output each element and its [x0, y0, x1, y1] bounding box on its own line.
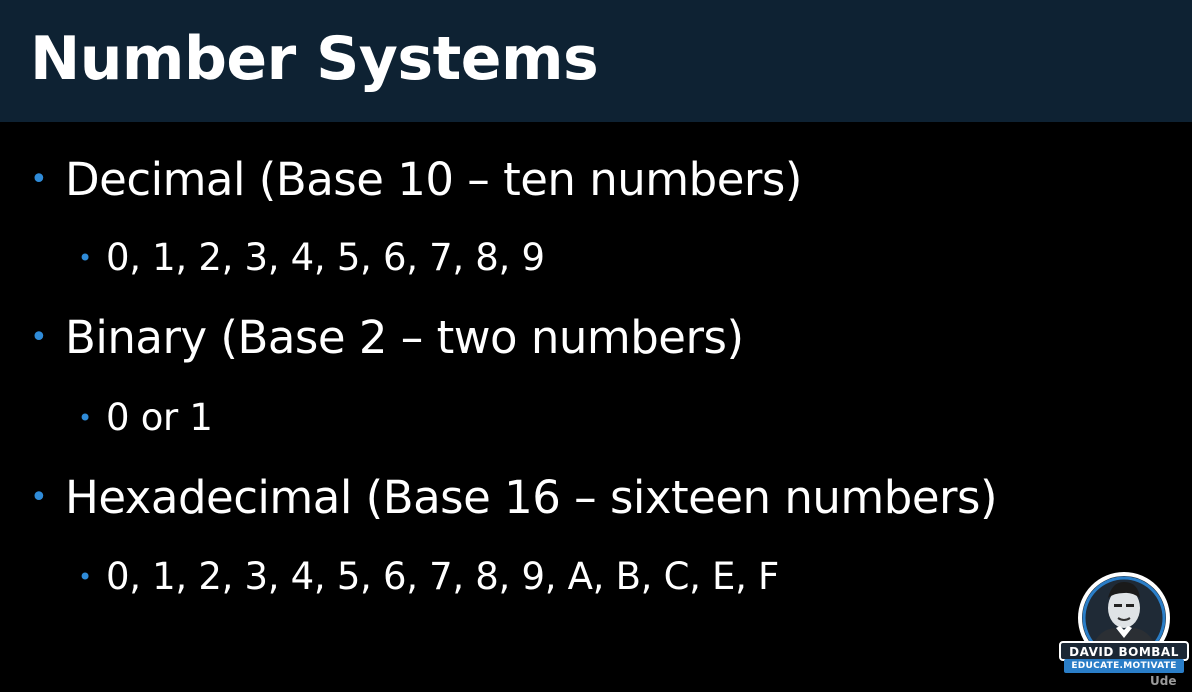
bullet-decimal-label: Decimal (Base 10 – ten numbers)	[65, 153, 802, 206]
bullet-dot-icon: •	[30, 480, 48, 515]
bullet-dot-icon: •	[78, 244, 92, 272]
sub-bullet-hexadecimal: • 0, 1, 2, 3, 4, 5, 6, 7, 8, 9, A, B, C, …	[78, 552, 779, 602]
bullet-hexadecimal: • Hexadecimal (Base 16 – sixteen numbers)	[30, 468, 998, 528]
sub-bullet-binary-text: 0 or 1	[106, 396, 213, 439]
david-bombal-logo: DAVID BOMBAL EDUCATE.MOTIVATE	[1058, 568, 1190, 686]
logo-tagline-text: EDUCATE.MOTIVATE	[1071, 661, 1177, 671]
sub-bullet-decimal: • 0, 1, 2, 3, 4, 5, 6, 7, 8, 9	[78, 233, 545, 283]
bullet-decimal: • Decimal (Base 10 – ten numbers)	[30, 150, 802, 210]
sub-bullet-binary: • 0 or 1	[78, 393, 213, 443]
bullet-dot-icon: •	[78, 404, 92, 432]
bullet-dot-icon: •	[30, 162, 48, 197]
logo-name-text: DAVID BOMBAL	[1069, 645, 1179, 659]
bullet-dot-icon: •	[78, 563, 92, 591]
sub-bullet-decimal-text: 0, 1, 2, 3, 4, 5, 6, 7, 8, 9	[106, 236, 545, 279]
udemy-watermark: Ude	[1150, 674, 1177, 688]
bullet-binary-label: Binary (Base 2 – two numbers)	[65, 311, 744, 364]
title-bar: Number Systems	[0, 0, 1192, 122]
bullet-binary: • Binary (Base 2 – two numbers)	[30, 308, 744, 368]
sub-bullet-hexadecimal-text: 0, 1, 2, 3, 4, 5, 6, 7, 8, 9, A, B, C, E…	[106, 555, 780, 598]
slide-title: Number Systems	[30, 24, 599, 94]
bullet-hexadecimal-label: Hexadecimal (Base 16 – sixteen numbers)	[65, 471, 998, 524]
bullet-dot-icon: •	[30, 320, 48, 355]
slide-content: • Decimal (Base 10 – ten numbers) • 0, 1, …	[0, 122, 1192, 692]
